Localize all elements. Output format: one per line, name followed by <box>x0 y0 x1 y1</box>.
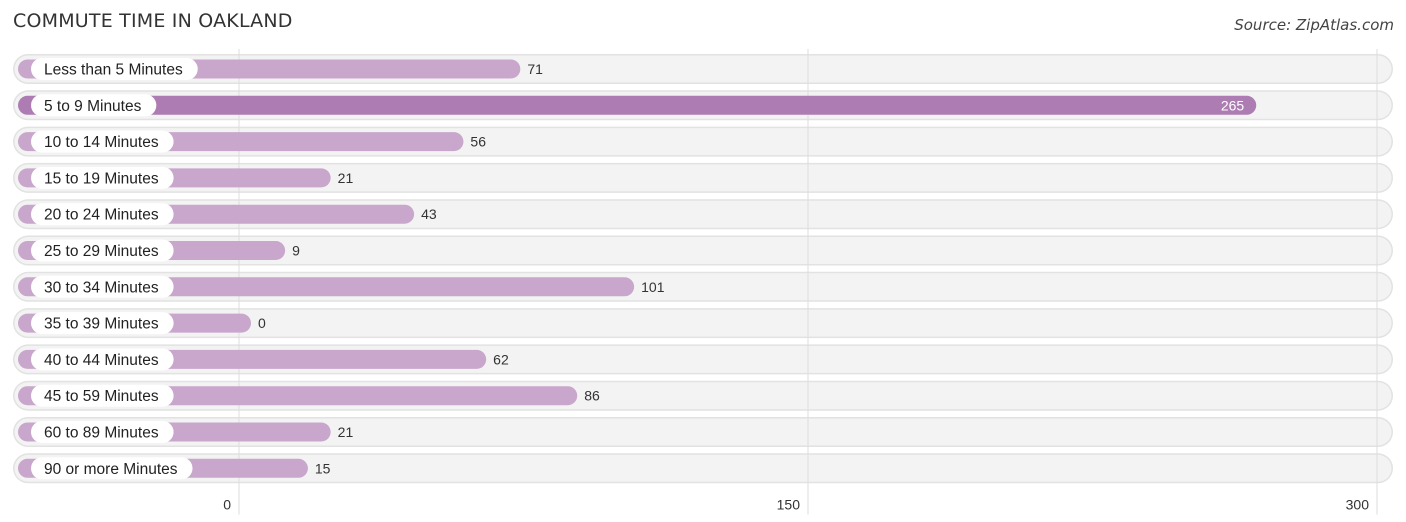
bar-chart: Less than 5 Minutes 71 5 to 9 Minutes 265 10… <box>13 49 1393 515</box>
data-label: 9 <box>292 243 300 259</box>
x-tick-label: 0 <box>223 497 231 513</box>
category-label: 10 to 14 Minutes <box>44 134 159 151</box>
data-label: 21 <box>338 170 354 186</box>
category-label: 60 to 89 Minutes <box>44 425 159 442</box>
data-label: 101 <box>641 279 665 295</box>
category-label: 30 to 34 Minutes <box>44 279 159 296</box>
category-label: 35 to 39 Minutes <box>44 316 159 333</box>
data-label: 265 <box>1221 97 1245 113</box>
data-label: 62 <box>493 351 509 367</box>
data-label: 21 <box>338 424 354 440</box>
data-label: 0 <box>258 315 266 331</box>
x-axis: 0 150 300 <box>223 497 1369 513</box>
data-label: 43 <box>421 206 437 222</box>
category-label: 25 to 29 Minutes <box>44 243 159 260</box>
category-label: 40 to 44 Minutes <box>44 352 159 369</box>
data-label: 86 <box>584 388 600 404</box>
category-label: Less than 5 Minutes <box>44 62 183 79</box>
row-tracks <box>13 54 1393 484</box>
data-label: 56 <box>470 134 486 150</box>
category-label: 15 to 19 Minutes <box>44 170 159 187</box>
row-labels: Less than 5 Minutes 71 5 to 9 Minutes 265 10… <box>31 58 1245 480</box>
category-label: 20 to 24 Minutes <box>44 207 159 224</box>
data-label: 71 <box>527 61 543 77</box>
category-label: 45 to 59 Minutes <box>44 388 159 405</box>
bars <box>18 59 1257 478</box>
category-label: 5 to 9 Minutes <box>44 98 142 115</box>
data-label: 15 <box>315 460 331 476</box>
x-tick-label: 300 <box>1346 497 1370 513</box>
category-label: 90 or more Minutes <box>44 461 178 478</box>
bar[interactable] <box>18 95 1257 115</box>
x-tick-label: 150 <box>777 497 801 513</box>
